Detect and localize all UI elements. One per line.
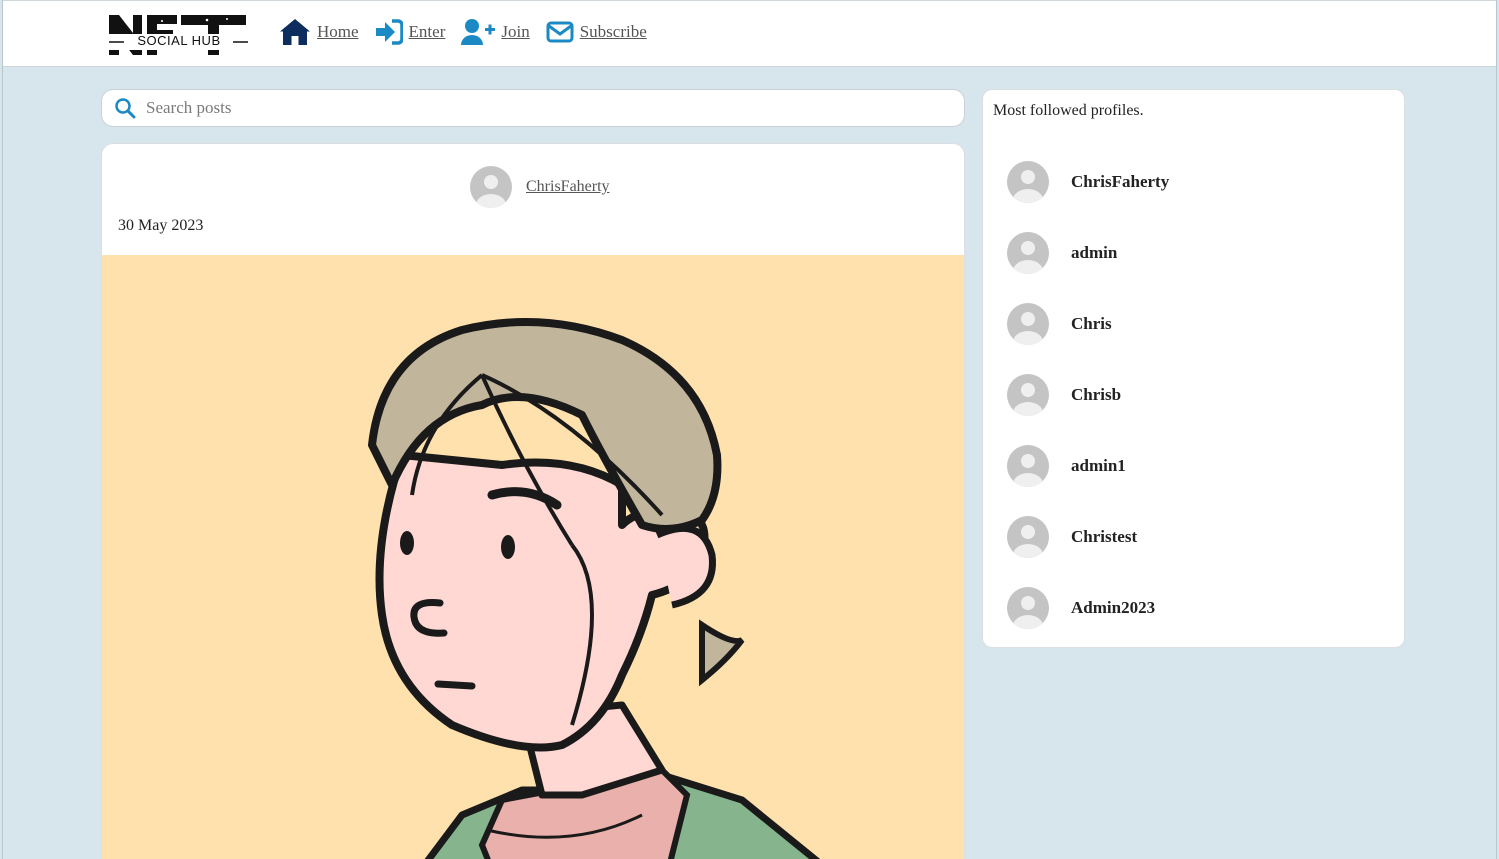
post-date: 30 May 2023 (118, 217, 204, 234)
avatar[interactable] (470, 166, 512, 208)
profile-name: Chris (1071, 313, 1112, 333)
main-nav: Home Enter Join Subscribe (279, 18, 647, 46)
search-icon (115, 98, 136, 119)
sidebar-title: Most followed profiles. (993, 102, 1144, 119)
search-input[interactable] (144, 97, 928, 119)
profile-name: Chrisb (1071, 384, 1122, 404)
profile-item[interactable]: Admin2023 (1007, 572, 1169, 643)
most-followed-panel: Most followed profiles. ChrisFaherty adm… (982, 89, 1405, 648)
profile-list: ChrisFaherty admin Chris Chrisb admin1 C… (1007, 146, 1169, 643)
profile-item[interactable]: Chrisb (1007, 359, 1169, 430)
post-author: ChrisFaherty (470, 166, 610, 208)
profile-item[interactable]: Christest (1007, 501, 1169, 572)
top-navbar: SOCIAL HUB Home Enter Join Subscribe (3, 0, 1496, 67)
avatar (1007, 302, 1049, 345)
profile-item[interactable]: admin (1007, 217, 1169, 288)
profile-name: ChrisFaherty (1071, 171, 1170, 191)
search-bar[interactable] (101, 89, 965, 127)
nav-enter[interactable]: Enter (375, 19, 446, 45)
envelope-icon (546, 21, 574, 43)
profile-name: Admin2023 (1071, 597, 1156, 617)
profile-name: admin (1071, 242, 1118, 262)
nav-subscribe-label: Subscribe (579, 22, 647, 41)
app-frame: SOCIAL HUB Home Enter Join Subscribe Sea… (2, 0, 1497, 859)
avatar (1007, 160, 1049, 203)
profile-item[interactable]: admin1 (1007, 430, 1169, 501)
nav-join-label: Join (501, 22, 530, 41)
profile-item[interactable]: ChrisFaherty (1007, 146, 1169, 217)
cartoon-portrait-image (102, 255, 964, 859)
post-image[interactable] (102, 255, 964, 859)
avatar (1007, 515, 1049, 558)
nav-subscribe[interactable]: Subscribe (546, 21, 647, 43)
nav-join[interactable]: Join (461, 18, 530, 46)
avatar (1007, 586, 1049, 629)
profile-item[interactable]: Chris (1007, 288, 1169, 359)
logo-subtitle: SOCIAL HUB (137, 33, 221, 48)
nav-enter-label: Enter (408, 22, 446, 41)
profile-name: Christest (1071, 526, 1138, 546)
site-logo[interactable]: SOCIAL HUB (107, 13, 250, 58)
avatar (1007, 231, 1049, 274)
nav-home-label: Home (317, 22, 359, 41)
avatar (1007, 444, 1049, 487)
profile-name: admin1 (1071, 455, 1126, 475)
sign-in-icon (375, 19, 403, 45)
nav-home[interactable]: Home (279, 18, 359, 46)
user-plus-icon (461, 19, 496, 45)
avatar (1007, 373, 1049, 416)
author-link[interactable]: ChrisFaherty (526, 178, 610, 196)
home-icon (280, 19, 310, 45)
post-card: ChrisFaherty 30 May 2023 (101, 143, 965, 859)
